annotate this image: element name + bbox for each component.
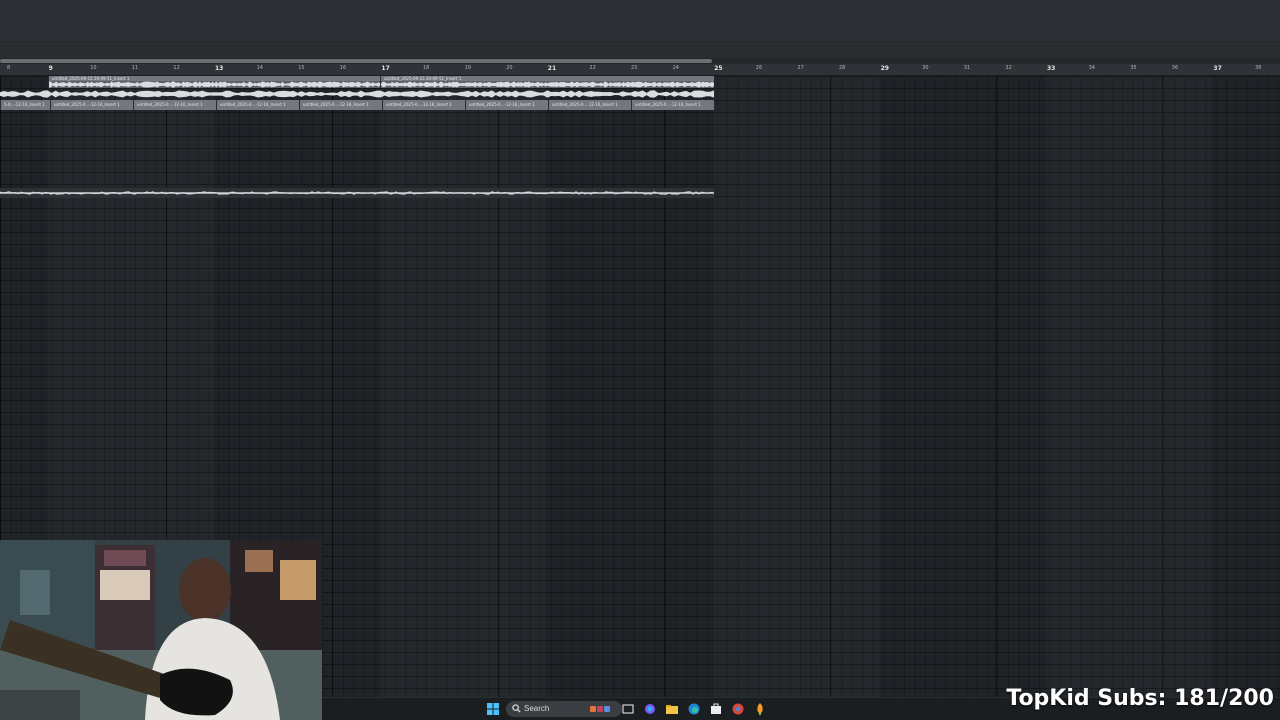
grid-band xyxy=(380,76,546,700)
grid-band xyxy=(714,76,880,700)
bar-number: 9 xyxy=(48,65,53,72)
bar-number: 21 xyxy=(547,65,557,72)
clip-name: untitled_2025-0...-12-16_Insert 1 xyxy=(51,100,133,110)
bar-number: 27 xyxy=(797,65,804,71)
bar-number: 32 xyxy=(1005,65,1012,71)
bar-number: 28 xyxy=(839,65,846,71)
edge-icon[interactable] xyxy=(687,702,701,716)
webcam-overlay xyxy=(0,540,322,720)
bar-number: 19 xyxy=(464,65,471,71)
audio-clip[interactable]: untitled_2025-09-15 20-09-51_Insert 1 xyxy=(48,76,380,88)
bar-number: 34 xyxy=(1088,65,1095,71)
timeline-ruler[interactable]: 8 9 10 11 12 13 14 15 16 17 18 19 20 21 22 23 24 25 26 27 28… xyxy=(0,64,1280,76)
waveform xyxy=(381,81,714,88)
audio-clip[interactable]: untitled_2025-0...-12-16_Insert 1 xyxy=(548,100,631,110)
bar-number: 17 xyxy=(381,65,390,72)
bar-number: 20 xyxy=(506,65,513,71)
subs-counter: TopKid Subs: 181/200 xyxy=(1006,686,1274,711)
task-view-icon[interactable] xyxy=(621,702,635,716)
clip-name: untitled_2025-0...-12-16_Insert 1 xyxy=(134,100,216,110)
search-icon xyxy=(512,704,521,713)
bar-number: 24 xyxy=(672,65,679,71)
bar-number: 25 xyxy=(714,65,723,72)
audio-clip[interactable]: 5-0...-12-16_Insert 1 xyxy=(0,100,50,110)
clip-name: untitled_2025-0...-12-16_Insert 1 xyxy=(466,100,548,110)
audio-clip[interactable]: untitled_2025-0...-12-16_Insert 1 xyxy=(382,100,465,110)
clip-name: untitled_2025-0...-12-16_Insert 1 xyxy=(217,100,299,110)
bar-number: 26 xyxy=(755,65,763,71)
bar-number: 38 xyxy=(1255,65,1262,71)
bar-number: 8 xyxy=(7,65,11,71)
chrome-icon[interactable] xyxy=(731,702,745,716)
webcam-image xyxy=(0,540,322,720)
bar-number: 22 xyxy=(589,65,596,71)
bar-number: 31 xyxy=(963,65,971,71)
bar-number: 15 xyxy=(298,65,305,71)
bar-number: 10 xyxy=(90,65,97,71)
bar-number: 23 xyxy=(631,65,638,71)
bar-number: 12 xyxy=(173,65,180,71)
clip-name: untitled_2025-0...-12-16_Insert 1 xyxy=(632,100,714,110)
audio-clip[interactable]: untitled_2025-0...-12-16_Insert 1 xyxy=(631,100,714,110)
waveform-row xyxy=(0,88,714,100)
audio-clip[interactable]: untitled_2025-0...-12-16_Insert 1 xyxy=(50,100,133,110)
bar-number: 36 xyxy=(1171,65,1179,71)
windows-start-icon[interactable] xyxy=(486,702,500,716)
bar-number: 11 xyxy=(131,65,139,71)
clip-name: untitled_2025-0...-12-16_Insert 1 xyxy=(300,100,382,110)
copilot-icon[interactable] xyxy=(643,702,657,716)
scrollbar-thumb[interactable] xyxy=(0,59,712,63)
menu-bar xyxy=(0,0,1280,42)
file-explorer-icon[interactable] xyxy=(665,702,679,716)
audio-clip[interactable]: untitled_2025-0...-12-16_Insert 1 xyxy=(216,100,299,110)
clip-name: untitled_2025-0...-12-16_Insert 1 xyxy=(383,100,465,110)
store-icon[interactable] xyxy=(709,702,723,716)
bar-number: 13 xyxy=(215,65,224,72)
bar-number: 33 xyxy=(1047,65,1056,72)
bar-number: 16 xyxy=(339,65,347,71)
clip-name: untitled_2025-0...-12-16_Insert 1 xyxy=(549,100,631,110)
bar-number: 30 xyxy=(922,65,929,71)
bar-number: 29 xyxy=(880,65,889,72)
taskbar-search[interactable]: Search xyxy=(506,701,622,717)
waveform xyxy=(49,81,380,88)
waveform xyxy=(0,90,714,98)
widgets-icon xyxy=(590,706,610,712)
lane-waveform xyxy=(0,191,714,195)
bar-number: 14 xyxy=(256,65,263,71)
search-label: Search xyxy=(524,704,550,713)
audio-clip[interactable]: untitled_2025-0...-12-16_Insert 1 xyxy=(465,100,548,110)
audio-clip[interactable]: untitled_2025-09-15 20-09-51_Insert 1 xyxy=(380,76,714,88)
waveform-lane xyxy=(0,188,714,198)
bar-number: 37 xyxy=(1213,65,1222,72)
audio-clip[interactable]: untitled_2025-0...-12-16_Insert 1 xyxy=(133,100,216,110)
bar-number: 35 xyxy=(1130,65,1137,71)
bar-number: 18 xyxy=(423,65,430,71)
audio-clip[interactable]: untitled_2025-0...-12-16_Insert 1 xyxy=(299,100,382,110)
fl-studio-icon[interactable] xyxy=(753,702,767,716)
grid-band xyxy=(1046,76,1212,700)
clip-name: 5-0...-12-16_Insert 1 xyxy=(1,100,50,110)
